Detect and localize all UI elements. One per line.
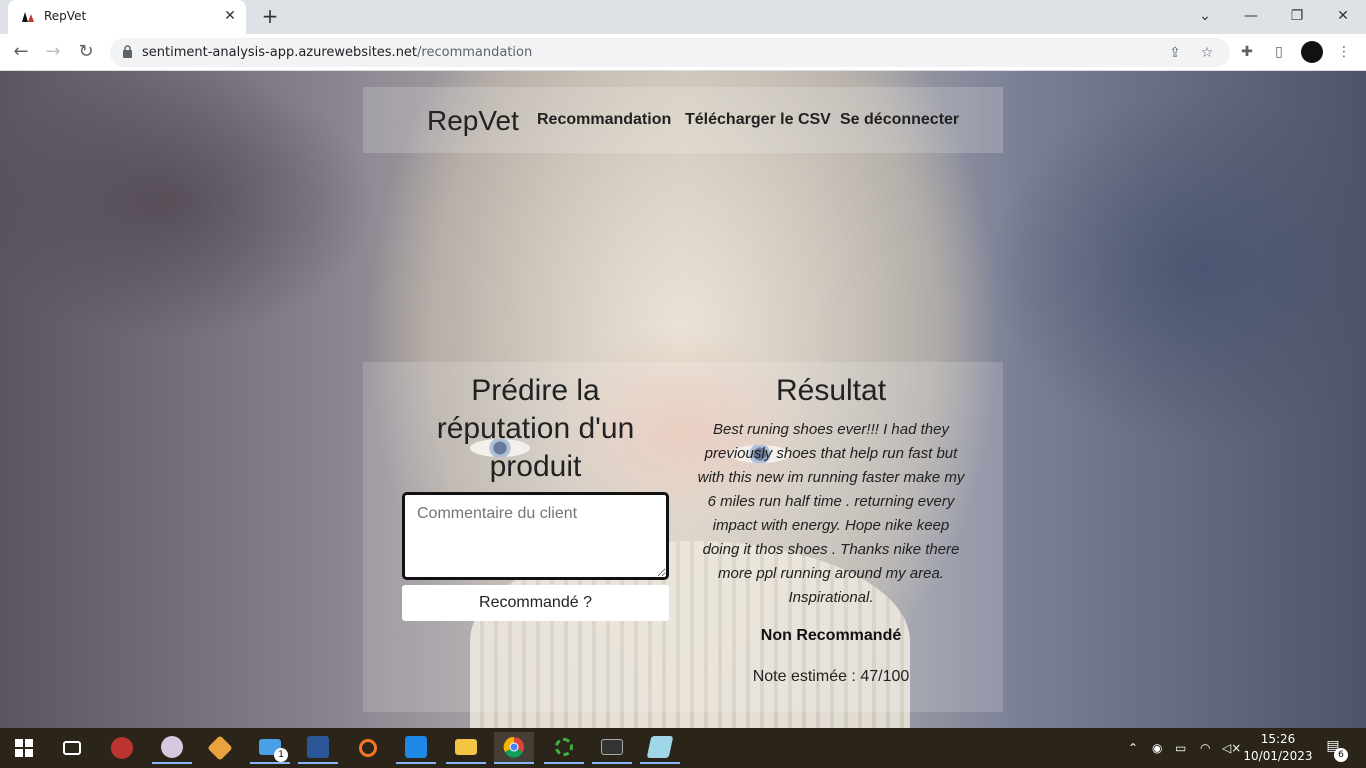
result-score: Note estimée : 47/100 <box>752 668 910 685</box>
nav-link-logout[interactable]: Se déconnecter <box>840 111 959 129</box>
result-review-text: Best runing shoes ever!!! I had they pre… <box>697 421 965 606</box>
start-windows-icon[interactable] <box>4 732 44 764</box>
prediction-panel: Prédire la réputation d'un produit Recom… <box>363 362 1003 712</box>
lock-icon[interactable] <box>122 45 133 58</box>
recommend-button[interactable]: Recommandé ? <box>402 585 669 621</box>
jupyter-icon[interactable] <box>348 732 388 764</box>
show-hidden-icons-icon[interactable]: ⌃ <box>1128 728 1138 768</box>
git-app-glyph <box>207 735 233 761</box>
app-icon-2[interactable] <box>152 732 192 764</box>
windows-logo-icon <box>15 739 33 757</box>
tab-title: RepVet <box>44 9 87 23</box>
bookmark-star-icon[interactable]: ☆ <box>1198 44 1216 62</box>
chrome-icon[interactable] <box>494 732 534 764</box>
back-button[interactable]: ← <box>10 41 32 63</box>
mail-icon[interactable]: 1 <box>250 732 290 764</box>
app-glyph-1 <box>111 737 133 759</box>
tab-close-icon[interactable]: ✕ <box>222 8 238 24</box>
terminal-glyph <box>601 739 623 755</box>
folder-glyph <box>455 739 477 755</box>
app-icon-notepad[interactable] <box>640 732 680 764</box>
customer-comment-input[interactable] <box>402 492 669 580</box>
chrome-logo-icon <box>503 736 524 758</box>
task-view-icon[interactable] <box>52 732 92 764</box>
result-title: Résultat <box>775 374 887 407</box>
camera-icon[interactable]: ◉ <box>1152 728 1162 768</box>
repvet-favicon-icon <box>22 12 34 22</box>
reload-button[interactable]: ↻ <box>75 41 97 63</box>
wifi-icon[interactable]: ◠ <box>1200 728 1210 768</box>
extensions-puzzle-icon[interactable]: ✚ <box>1237 42 1257 62</box>
site-brand[interactable]: RepVet <box>427 105 519 137</box>
browser-tab-repvet[interactable]: RepVet ✕ <box>8 0 246 34</box>
chrome-menu-icon[interactable]: ⋮ <box>1334 42 1354 62</box>
minimize-window-button[interactable]: — <box>1228 0 1274 34</box>
jupyter-glyph <box>359 739 377 757</box>
app-icon-green[interactable] <box>544 732 584 764</box>
app-glyph-2 <box>161 736 183 758</box>
clock-date: 10/01/2023 <box>1243 749 1313 763</box>
windows-taskbar: 1 ⌃ ◉ ▭ ◠ ◁× 15:26 10/01/2023 ▤ 6 <box>0 728 1366 768</box>
volume-muted-icon[interactable]: ◁× <box>1222 728 1241 768</box>
nav-link-recommandation[interactable]: Recommandation <box>537 111 671 129</box>
url-path: /recommandation <box>417 45 533 60</box>
close-window-button[interactable]: ✕ <box>1320 0 1366 34</box>
terminal-icon[interactable] <box>592 732 632 764</box>
url-host: sentiment-analysis-app.azurewebsites.net <box>142 45 418 60</box>
word-glyph <box>307 736 329 758</box>
address-bar[interactable]: sentiment-analysis-app.azurewebsites.net… <box>110 38 1230 67</box>
system-clock[interactable]: 15:26 10/01/2023 <box>1240 731 1316 765</box>
forward-button[interactable]: → <box>42 41 64 63</box>
site-navbar: RepVet Recommandation Télécharger le CSV… <box>363 87 1003 153</box>
browser-titlebar: RepVet ✕ + ⌄ — ❐ ✕ <box>0 0 1366 34</box>
mail-badge: 1 <box>274 748 288 762</box>
app-icon-1[interactable] <box>102 732 142 764</box>
task-view-glyph <box>63 741 81 755</box>
battery-icon[interactable]: ▭ <box>1175 728 1186 768</box>
file-explorer-icon[interactable] <box>446 732 486 764</box>
web-page: RepVet Recommandation Télécharger le CSV… <box>0 71 1366 728</box>
clock-time: 15:26 <box>1260 732 1296 746</box>
side-panel-icon[interactable]: ▯ <box>1269 42 1289 62</box>
restore-window-button[interactable]: ❐ <box>1274 0 1320 34</box>
vscode-icon[interactable] <box>396 732 436 764</box>
result-verdict: Non Recommandé <box>760 627 902 644</box>
vscode-glyph <box>405 736 427 758</box>
word-icon[interactable] <box>298 732 338 764</box>
git-app-icon[interactable] <box>200 732 240 764</box>
browser-toolbar: ← → ↻ sentiment-analysis-app.azurewebsit… <box>0 34 1366 71</box>
app-glyph-notepad <box>646 736 674 758</box>
share-icon[interactable]: ⇪ <box>1166 44 1184 62</box>
nav-link-download-csv[interactable]: Télécharger le CSV <box>685 111 831 129</box>
profile-avatar[interactable] <box>1301 41 1323 63</box>
notification-count-badge: 6 <box>1334 748 1348 762</box>
predict-title: Prédire la réputation d'un produit <box>436 374 635 483</box>
new-tab-button[interactable]: + <box>260 6 280 26</box>
url-text[interactable]: sentiment-analysis-app.azurewebsites.net… <box>142 45 532 60</box>
tab-search-icon[interactable]: ⌄ <box>1182 0 1228 34</box>
app-glyph-green <box>555 738 573 756</box>
